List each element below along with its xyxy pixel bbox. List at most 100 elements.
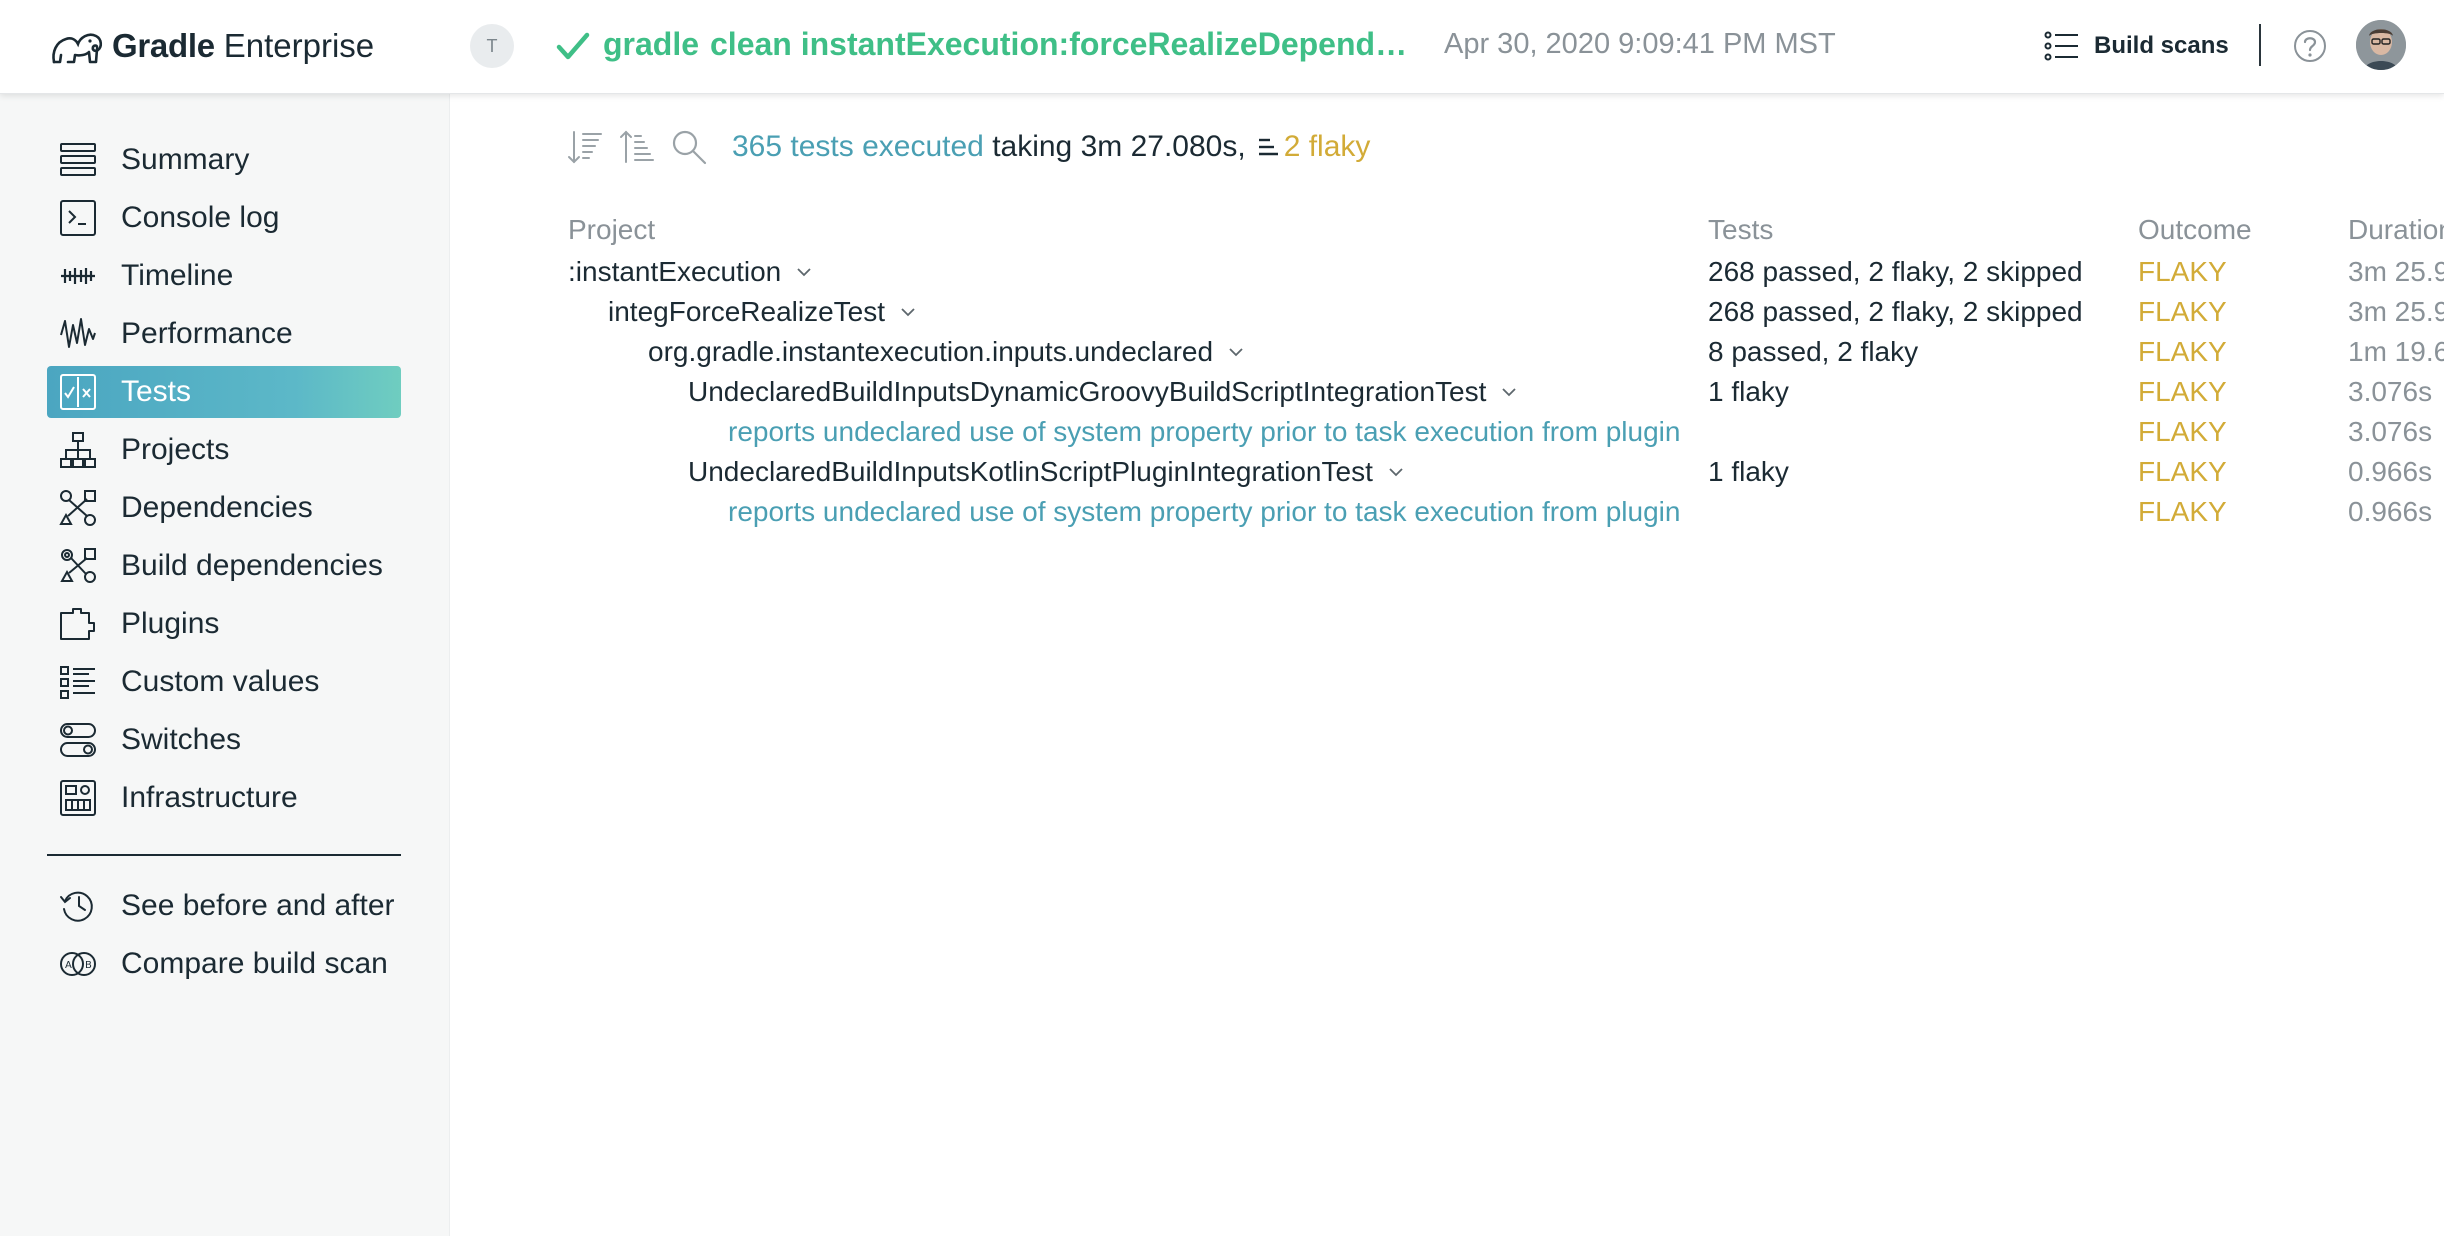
sidebar-item-timeline[interactable]: Timeline [47,250,401,302]
row-name-text: reports undeclared use of system propert… [728,496,1681,527]
table-row[interactable]: reports undeclared use of system propert… [568,492,2444,532]
row-name-text: :instantExecution [568,256,782,287]
flaky-count-link[interactable]: 2 flaky [1284,130,1371,164]
package-name: org.gradle.instantexecution.inputs.undec… [648,332,1245,372]
sidebar-item-tests[interactable]: Tests [47,366,401,418]
search-icon[interactable] [670,128,708,166]
sidebar-item-console-log[interactable]: Console log [47,192,401,244]
sort-descending-icon[interactable] [566,128,604,166]
row-tests-count: 268 passed, 2 flaky, 2 skipped [1708,296,2083,327]
table-row[interactable]: UndeclaredBuildInputsDynamicGroovyBuildS… [568,372,2444,412]
chevron-down-icon[interactable] [899,303,917,321]
switches-icon [59,721,97,759]
svg-text:B: B [85,960,92,971]
dependencies-icon [59,489,97,527]
build-dependencies-icon [59,547,97,585]
tests-executed-link[interactable]: 365 tests executed [732,130,984,164]
success-check-icon [556,32,590,60]
chevron-down-icon[interactable] [1227,343,1245,361]
row-duration: 0.966s [2348,456,2433,487]
build-tasks: clean instantExecution:forceRealizeDepen… [710,26,1415,62]
row-name-text: UndeclaredBuildInputsKotlinScriptPluginI… [688,456,1373,487]
row-name-text: UndeclaredBuildInputsDynamicGroovyBuildS… [688,376,1487,407]
column-header-tests[interactable]: Tests [1708,214,1773,246]
history-icon [59,887,97,925]
testcase-name[interactable]: reports undeclared use of system propert… [728,492,1680,532]
row-duration: 3m 25.919s [2348,296,2444,327]
table-row[interactable]: reports undeclared use of system propert… [568,412,2444,452]
table-row[interactable]: UndeclaredBuildInputsKotlinScriptPluginI… [568,452,2444,492]
custom-values-icon [59,663,97,701]
sidebar-item-label: Custom values [121,665,320,698]
row-name-text: org.gradle.instantexecution.inputs.undec… [648,336,1214,367]
chevron-down-icon[interactable] [1387,463,1405,481]
chevron-down-icon[interactable] [1500,383,1518,401]
row-duration: 3.076s [2348,416,2433,447]
top-header: Gradle Enterprise T gradle clean instant… [0,0,2444,94]
row-outcome: FLAKY [2138,376,2227,407]
sidebar-item-label: See before and after [121,889,395,922]
row-name-text: reports undeclared use of system propert… [728,416,1681,447]
console-icon [59,199,97,237]
build-scans-label: Build scans [2094,32,2229,59]
summary-duration: 3m 27.080s, [1080,130,1246,163]
sidebar-item-compare-build-scan[interactable]: A B Compare build scan [47,938,401,990]
row-outcome: FLAKY [2138,336,2227,367]
sidebar-item-summary[interactable]: Summary [47,134,401,186]
sidebar-item-dependencies[interactable]: Dependencies [47,482,401,534]
sidebar-item-build-dependencies[interactable]: Build dependencies [47,540,401,592]
sidebar-item-see-before-and-after[interactable]: See before and after [47,880,401,932]
summary-taking: taking [992,130,1073,163]
build-scans-link[interactable]: Build scans [2044,22,2229,70]
svg-text:A: A [65,960,72,971]
row-name-text: integForceRealizeTest [608,296,886,327]
class-name: UndeclaredBuildInputsKotlinScriptPluginI… [688,452,1405,492]
row-outcome: FLAKY [2138,416,2227,447]
testcase-name[interactable]: reports undeclared use of system propert… [728,412,1680,452]
row-tests-count: 268 passed, 2 flaky, 2 skipped [1708,256,2083,287]
row-duration: 0.966s [2348,496,2433,527]
gradle-enterprise-logo[interactable]: Gradle Enterprise [48,18,374,74]
user-avatar[interactable] [2356,20,2406,70]
sidebar-item-projects[interactable]: Projects [47,424,401,476]
build-project-name: gradle [603,26,700,62]
plugins-icon [59,605,97,643]
table-row[interactable]: :instantExecution 268 passed, 2 flaky, 2 … [568,252,2444,292]
sidebar-item-label: Projects [121,433,230,466]
header-divider [2259,24,2261,66]
tests-icon [59,373,97,411]
sidebar-item-label: Console log [121,201,280,234]
column-header-project[interactable]: Project [568,214,655,246]
sidebar-item-infrastructure[interactable]: Infrastructure [47,772,401,824]
table-row[interactable]: org.gradle.instantexecution.inputs.undec… [568,332,2444,372]
tests-toolbar: 365 tests executed taking 3m 27.080s, 2 … [566,122,1370,172]
help-icon[interactable] [2292,28,2328,64]
user-initial-chip[interactable]: T [470,24,514,68]
product-name: Enterprise [223,27,375,64]
timeline-icon [59,257,97,295]
sidebar-item-switches[interactable]: Switches [47,714,401,766]
infrastructure-icon [59,779,97,817]
sidebar-item-plugins[interactable]: Plugins [47,598,401,650]
sidebar-item-performance[interactable]: Performance [47,308,401,360]
sidebar-item-label: Infrastructure [121,781,298,814]
sidebar-item-custom-values[interactable]: Custom values [47,656,401,708]
row-outcome: FLAKY [2138,496,2227,527]
table-row[interactable]: integForceRealizeTest 268 passed, 2 flaky… [568,292,2444,332]
row-tests-count: 8 passed, 2 flaky [1708,336,1919,367]
column-header-duration[interactable]: Duration [2348,214,2444,246]
table-header: Project Tests Outcome Duration [568,208,2444,252]
build-timestamp: Apr 30, 2020 9:09:41 PM MST [1444,28,1836,60]
row-duration: 3m 25.919s [2348,256,2444,287]
sidebar-nav: Summary Console log Timeline Performance… [47,134,401,830]
main-content: 365 tests executed taking 3m 27.080s, 2 … [450,94,2444,1236]
sidebar-item-label: Summary [121,143,250,176]
sidebar-item-label: Tests [121,375,192,408]
projects-icon [59,431,97,469]
sort-ascending-icon[interactable] [618,128,656,166]
sidebar-item-label: Compare build scan [121,947,388,980]
chevron-down-icon[interactable] [795,263,813,281]
tests-table: Project Tests Outcome Duration :instantE… [568,208,2444,532]
row-outcome: FLAKY [2138,256,2227,287]
column-header-outcome[interactable]: Outcome [2138,214,2252,246]
